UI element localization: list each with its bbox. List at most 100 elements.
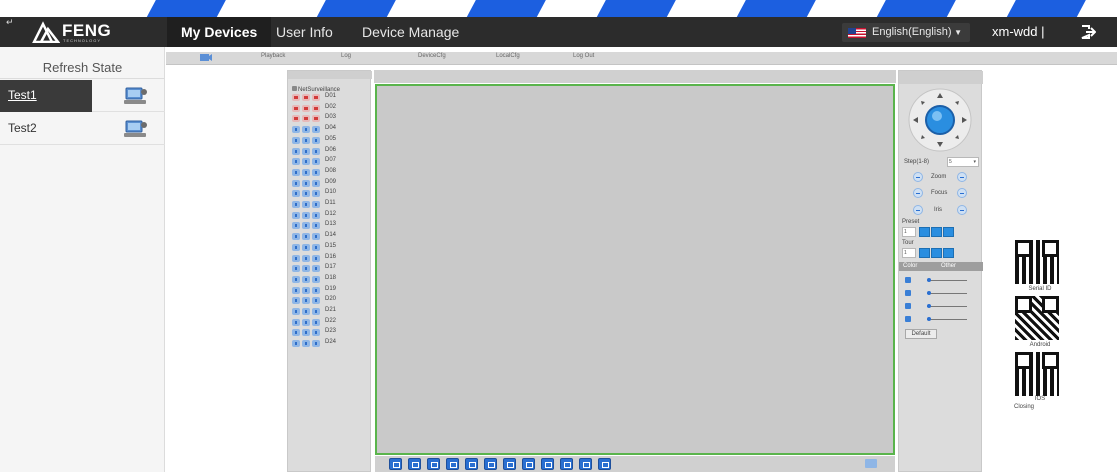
nav-device-manage[interactable]: Device Manage xyxy=(348,17,473,47)
step-select[interactable]: 5 ▾ xyxy=(947,157,979,167)
previous-button[interactable] xyxy=(560,458,573,470)
channel-play-icon[interactable] xyxy=(292,254,300,262)
channel-talk-icon[interactable] xyxy=(312,190,320,198)
channel-play-icon[interactable] xyxy=(292,211,300,219)
channel-talk-icon[interactable] xyxy=(312,286,320,294)
channel-play-icon[interactable] xyxy=(292,297,300,305)
video-display-area[interactable] xyxy=(375,84,895,455)
channel-play-icon[interactable] xyxy=(292,158,300,166)
channel-play-icon[interactable] xyxy=(292,136,300,144)
channel-record-icon[interactable] xyxy=(302,201,310,208)
channel-play-icon[interactable] xyxy=(292,265,300,273)
channel-play-icon[interactable] xyxy=(292,190,300,198)
channel-record-icon[interactable] xyxy=(302,179,310,187)
channel-play-icon[interactable] xyxy=(292,340,300,348)
channel-play-icon[interactable] xyxy=(292,179,300,187)
zoom-in-button[interactable] xyxy=(913,172,923,182)
hue-slider[interactable] xyxy=(927,317,967,321)
channel-play-icon[interactable] xyxy=(292,94,300,101)
channel-record-icon[interactable] xyxy=(302,136,310,144)
channel-play-icon[interactable] xyxy=(292,147,300,155)
tour-stop-button[interactable] xyxy=(931,248,942,258)
channel-talk-icon[interactable] xyxy=(312,329,320,337)
volume-icon[interactable] xyxy=(865,459,877,468)
channel-play-icon[interactable] xyxy=(292,201,300,208)
preset-goto-button[interactable] xyxy=(919,227,930,237)
next-button[interactable] xyxy=(579,458,592,470)
channel-talk-icon[interactable] xyxy=(312,297,320,305)
tab-log[interactable]: Log xyxy=(341,53,351,59)
focus-far-button[interactable] xyxy=(957,188,967,198)
channel-talk-icon[interactable] xyxy=(312,104,320,112)
channel-record-icon[interactable] xyxy=(302,147,310,155)
channel-talk-icon[interactable] xyxy=(312,158,320,166)
device-item-test2[interactable]: Test2 xyxy=(0,113,165,145)
preset-add-button[interactable] xyxy=(931,227,942,237)
record-button[interactable] xyxy=(522,458,535,470)
channel-record-icon[interactable] xyxy=(302,104,310,112)
channel-record-icon[interactable] xyxy=(302,318,310,326)
tab-localcfg[interactable]: LocalCfg xyxy=(496,53,520,59)
tab-other[interactable]: Other xyxy=(941,263,956,269)
preset-remove-button[interactable] xyxy=(943,227,954,237)
channel-record-icon[interactable] xyxy=(302,222,310,230)
default-button[interactable]: Default xyxy=(905,329,937,339)
channel-talk-icon[interactable] xyxy=(312,136,320,144)
refresh-state-button[interactable]: Refresh State xyxy=(0,57,165,79)
iris-open-button[interactable] xyxy=(913,205,923,215)
layout-36-button[interactable] xyxy=(503,458,516,470)
channel-talk-icon[interactable] xyxy=(312,126,320,134)
language-select[interactable]: English(English) ▼ xyxy=(842,23,970,42)
iris-close-button[interactable] xyxy=(957,205,967,215)
layout-1-button[interactable] xyxy=(408,458,421,470)
tour-play-button[interactable] xyxy=(919,248,930,258)
channel-talk-icon[interactable] xyxy=(312,147,320,155)
channel-record-icon[interactable] xyxy=(302,254,310,262)
channel-record-icon[interactable] xyxy=(302,286,310,294)
channel-talk-icon[interactable] xyxy=(312,211,320,219)
zoom-out-button[interactable] xyxy=(957,172,967,182)
channel-talk-icon[interactable] xyxy=(312,201,320,208)
channel-record-icon[interactable] xyxy=(302,190,310,198)
channel-record-icon[interactable] xyxy=(302,275,310,283)
channel-record-icon[interactable] xyxy=(302,126,310,134)
channel-talk-icon[interactable] xyxy=(312,179,320,187)
channel-play-icon[interactable] xyxy=(292,318,300,326)
channel-talk-icon[interactable] xyxy=(312,275,320,283)
channel-talk-icon[interactable] xyxy=(312,222,320,230)
channel-play-icon[interactable] xyxy=(292,243,300,251)
channel-play-icon[interactable] xyxy=(292,104,300,112)
fullscreen-button[interactable] xyxy=(389,458,402,470)
nav-my-devices[interactable]: My Devices xyxy=(167,17,272,47)
channel-record-icon[interactable] xyxy=(302,211,310,219)
layout-16-button[interactable] xyxy=(465,458,478,470)
channel-talk-icon[interactable] xyxy=(312,308,320,315)
channel-play-icon[interactable] xyxy=(292,286,300,294)
channel-record-icon[interactable] xyxy=(302,243,310,251)
channel-record-icon[interactable] xyxy=(302,340,310,348)
channel-play-icon[interactable] xyxy=(292,329,300,337)
channel-talk-icon[interactable] xyxy=(312,115,320,123)
channel-play-icon[interactable] xyxy=(292,222,300,230)
channel-record-icon[interactable] xyxy=(302,158,310,166)
settings-button[interactable] xyxy=(598,458,611,470)
channel-play-icon[interactable] xyxy=(292,308,300,315)
logout-icon[interactable] xyxy=(1080,24,1096,40)
channel-talk-icon[interactable] xyxy=(312,94,320,101)
tab-devicecfg[interactable]: DeviceCfg xyxy=(418,53,446,59)
channel-record-icon[interactable] xyxy=(302,265,310,273)
channel-play-icon[interactable] xyxy=(292,168,300,176)
tab-color[interactable]: Color xyxy=(903,263,917,269)
channel-talk-icon[interactable] xyxy=(312,254,320,262)
live-view-icon[interactable] xyxy=(199,53,213,63)
channel-record-icon[interactable] xyxy=(302,297,310,305)
tour-config-button[interactable] xyxy=(943,248,954,258)
saturation-slider[interactable] xyxy=(927,304,967,308)
tour-input[interactable]: 1 xyxy=(902,248,916,258)
tab-playback[interactable]: Playback xyxy=(261,53,285,59)
channel-record-icon[interactable] xyxy=(302,115,310,123)
channel-record-icon[interactable] xyxy=(302,168,310,176)
brightness-slider[interactable] xyxy=(927,278,967,282)
focus-near-button[interactable] xyxy=(913,188,923,198)
channel-talk-icon[interactable] xyxy=(312,243,320,251)
